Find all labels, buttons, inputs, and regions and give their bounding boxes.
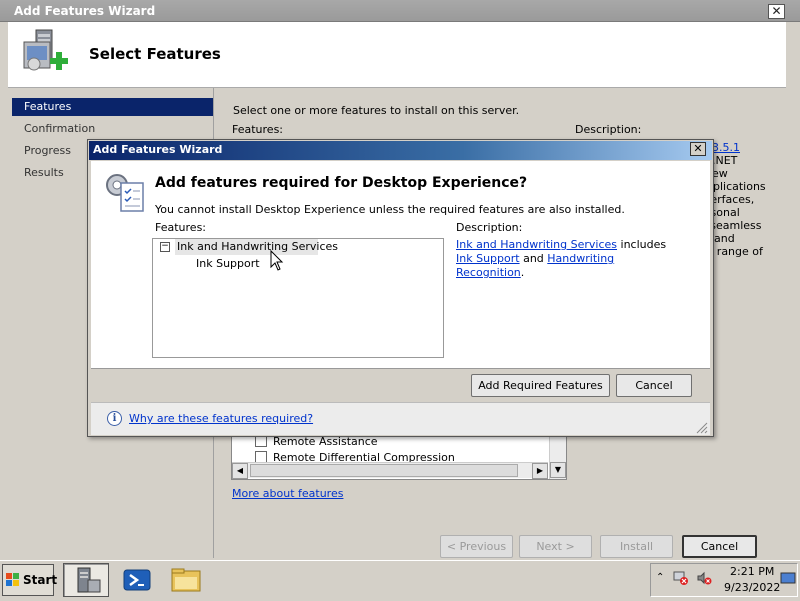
info-icon: i [107, 411, 122, 426]
modal-description-label: Description: [456, 221, 523, 234]
clock-date[interactable]: 9/23/2022 [724, 581, 780, 594]
modal-close-button[interactable]: ✕ [690, 142, 706, 156]
required-features-tree [152, 238, 444, 358]
powershell-taskbar-icon[interactable] [114, 563, 160, 597]
scroll-thumb[interactable] [250, 464, 518, 477]
tree-item-ink-support[interactable]: Ink Support [196, 257, 260, 270]
feature-item-remote-assistance[interactable]: Remote Assistance [255, 435, 378, 451]
features-label: Features: [232, 123, 284, 136]
scroll-left-icon[interactable]: ◀ [232, 463, 248, 479]
gear-checklist-icon [103, 171, 147, 215]
collapse-icon[interactable]: − [160, 242, 170, 252]
desc-text: and [519, 252, 548, 265]
add-required-features-button[interactable]: Add Required Features [471, 374, 610, 397]
explorer-folder-taskbar-icon[interactable] [164, 563, 210, 597]
vertical-scrollbar[interactable]: ▼ [549, 431, 566, 479]
speaker-muted-icon[interactable] [696, 570, 712, 589]
modal-heading: Add features required for Desktop Experi… [155, 175, 528, 191]
link-ink-support[interactable]: Ink Support [456, 252, 520, 265]
nav-item-confirmation[interactable]: Confirmation [12, 120, 213, 138]
mouse-cursor-icon [270, 249, 284, 272]
windows-logo-icon [6, 573, 20, 587]
description-label: Description: [575, 123, 642, 136]
show-desktop-icon[interactable] [780, 571, 796, 588]
desc-text: . [520, 266, 525, 279]
link-ink-handwriting[interactable]: Ink and Handwriting Services [456, 238, 617, 251]
nav-item-features[interactable]: Features [12, 98, 213, 116]
why-required-link[interactable]: Why are these features required? [129, 412, 313, 425]
network-error-icon[interactable] [673, 570, 689, 589]
server-add-icon [22, 28, 72, 80]
desc-text: includes [617, 238, 667, 251]
outer-cancel-button[interactable]: Cancel [682, 535, 757, 558]
install-button[interactable]: Install [600, 535, 673, 558]
outer-window-title: Add Features Wizard [14, 4, 156, 18]
tree-item-ink-handwriting[interactable]: Ink and Handwriting Services [177, 240, 338, 253]
modal-features-label: Features: [155, 221, 207, 234]
show-hidden-icons-icon[interactable]: ⌃ [656, 572, 664, 583]
scroll-down-icon[interactable]: ▼ [550, 462, 566, 478]
server-manager-taskbar-icon[interactable] [63, 563, 109, 597]
more-about-features-link[interactable]: More about features [232, 487, 343, 500]
instruction-text: Select one or more features to install o… [233, 104, 520, 117]
modal-title: Add Features Wizard [93, 143, 223, 156]
scroll-right-icon[interactable]: ▶ [532, 463, 548, 479]
modal-cancel-button[interactable]: Cancel [616, 374, 692, 397]
page-title: Select Features [89, 45, 221, 63]
modal-message: You cannot install Desktop Experience un… [155, 203, 625, 216]
resize-grip-icon[interactable] [694, 420, 708, 434]
modal-separator [91, 368, 710, 369]
clock-time[interactable]: 2:21 PM [730, 565, 774, 578]
next-button[interactable]: Next > [519, 535, 592, 558]
modal-description: Ink and Handwriting Services includes In… [456, 238, 681, 280]
previous-button[interactable]: < Previous [440, 535, 513, 558]
outer-close-button[interactable]: ✕ [768, 4, 785, 19]
horizontal-scrollbar[interactable]: ◀ ▶ [232, 462, 548, 479]
